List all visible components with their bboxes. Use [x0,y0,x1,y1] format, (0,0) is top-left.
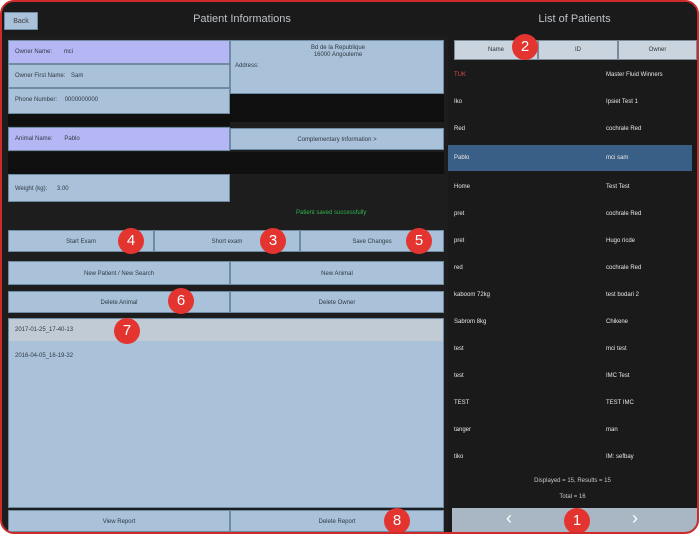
address-label: Address: [235,63,259,69]
patient-row[interactable]: TUK Master Fluid Winners [448,62,692,88]
animal-name-field[interactable]: Animal Name: Pablo [8,127,230,151]
weight-label: Weight (kg): [15,186,48,192]
animal-name-label: Animal Name: [15,136,53,142]
patient-name: kaboom 72kg [454,292,491,298]
spacer-2 [8,152,444,174]
patient-list[interactable]: TUK Master Fluid Winners Iko Ipsiet Test 1… [448,62,697,470]
patient-owner: cochrale Red [606,265,642,271]
patient-row[interactable]: Home Test Test [448,174,692,200]
callout-badge-3: 3 [260,228,286,254]
phone-value: 0000000000 [64,97,99,103]
history-item-2[interactable]: 2016-04-05_16-19-32 [9,345,443,367]
patient-name: TUK [454,72,466,78]
owner-name-value: mci [63,49,74,55]
patient-name: Home [454,184,471,190]
callout-badge-1: 1 [564,508,590,532]
weight-value: 3.00 [56,186,69,192]
patient-name: red [454,265,463,271]
spacer-1 [8,114,230,126]
patient-name: Iko [454,99,463,105]
address-line1: Bd de la Republique [310,45,366,51]
patient-name: test [454,346,464,352]
callout-badge-6: 6 [168,288,194,314]
back-button[interactable]: Back [4,12,38,30]
address-line2: 16000 Angouleme [313,52,363,58]
callout-badge-5: 5 [406,228,432,254]
patient-row[interactable]: tanger man [448,417,692,443]
animal-name-value: Pablo [64,136,80,142]
patient-row[interactable]: kaboom 72kg test bodari 2 [448,282,692,308]
patient-owner: mci test [606,346,627,352]
owner-name-field[interactable]: Owner Name: mci [8,40,230,64]
new-patient-button[interactable]: New Patient / New Search [8,261,230,285]
address-spacer [230,94,444,122]
right-title: List of Patients [538,13,611,25]
patient-name: tanger [454,427,472,433]
view-report-button[interactable]: View Report [8,510,230,532]
weight-field[interactable]: Weight (kg): 3.00 [8,174,230,202]
patient-row[interactable]: red cochrale Red [448,255,692,281]
patient-name: pret [454,211,465,217]
left-title: Patient Informations [193,13,291,25]
patient-owner: IMC Test [606,373,630,379]
patient-row-selected[interactable]: Pablo mci sam [448,145,692,171]
patient-row[interactable]: tiko IM: sefbay [448,444,692,470]
phone-label: Phone Number: [15,97,58,103]
patient-owner: TEST IMC [606,400,634,406]
patient-owner: Master Fluid Winners [606,72,663,78]
list-summary-total: Total = 16 [559,494,586,500]
patient-row[interactable]: Red cochrale Red [448,116,692,142]
patient-row[interactable]: pret Hugo ricde [448,228,692,254]
exam-history-list[interactable]: 2017-01-25_17-40-13 2016-04-05_16-19-32 [8,318,444,508]
patient-row[interactable]: pret cochrale Red [448,201,692,227]
patient-row[interactable]: test mci test [448,336,692,362]
patient-name: pret [454,238,465,244]
patient-owner: cochrale Red [606,126,642,132]
callout-badge-8: 8 [384,508,410,532]
patient-name: tiko [454,454,464,460]
callout-badge-2: 2 [512,34,538,60]
patient-owner: Test Test [606,184,630,190]
delete-owner-button[interactable]: Delete Owner [230,291,444,313]
patient-owner: Chikene [606,319,629,325]
app-frame: Patient Informations List of Patients Ba… [0,0,699,534]
patient-name: test [454,373,464,379]
delete-animal-button[interactable]: Delete Animal [8,291,230,313]
status-message: Patient saved successfully [296,210,367,216]
next-page-icon[interactable]: › [632,508,638,529]
patient-owner: man [606,427,618,433]
patient-row[interactable]: test IMC Test [448,363,692,389]
callout-badge-7: 7 [114,318,140,344]
owner-first-name-field[interactable]: Owner First Name: Sam [8,64,230,88]
patient-owner: cochrale Red [606,211,642,217]
owner-name-label: Owner Name: [15,49,53,55]
patient-name: TEST [454,400,470,406]
patient-name: Sabrom 8kg [454,319,487,325]
owner-first-name-label: Owner First Name: [15,73,66,79]
patient-row[interactable]: TEST TEST IMC [448,390,692,416]
patient-name: Pablo [454,155,470,161]
owner-first-name-value: Sam [71,73,84,79]
address-field[interactable]: Address: Bd de la Republique 16000 Angou… [230,40,444,94]
patient-owner: mci sam [606,155,629,161]
patient-name: Red [454,126,466,132]
patient-row[interactable]: Sabrom 8kg Chikene [448,309,692,335]
delete-report-button[interactable]: Delete Report [230,510,444,532]
complementary-info-button[interactable]: Complementary Information > [230,128,444,150]
patient-owner: IM: sefbay [606,454,634,460]
phone-field[interactable]: Phone Number: 0000000000 [8,88,230,114]
new-animal-button[interactable]: New Animal [230,261,444,285]
patient-owner: Ipsiet Test 1 [606,99,638,105]
history-item-1[interactable]: 2017-01-25_17-40-13 [9,319,443,341]
patient-owner: Hugo ricde [606,238,636,244]
patient-owner: test bodari 2 [606,292,640,298]
column-header-id[interactable]: ID [538,40,618,60]
list-summary-results: Displayed = 15, Results = 15 [534,478,611,484]
column-header-owner[interactable]: Owner [618,40,697,60]
prev-page-icon[interactable]: ‹ [506,508,512,529]
callout-badge-4: 4 [118,228,144,254]
patient-row[interactable]: Iko Ipsiet Test 1 [448,89,692,115]
